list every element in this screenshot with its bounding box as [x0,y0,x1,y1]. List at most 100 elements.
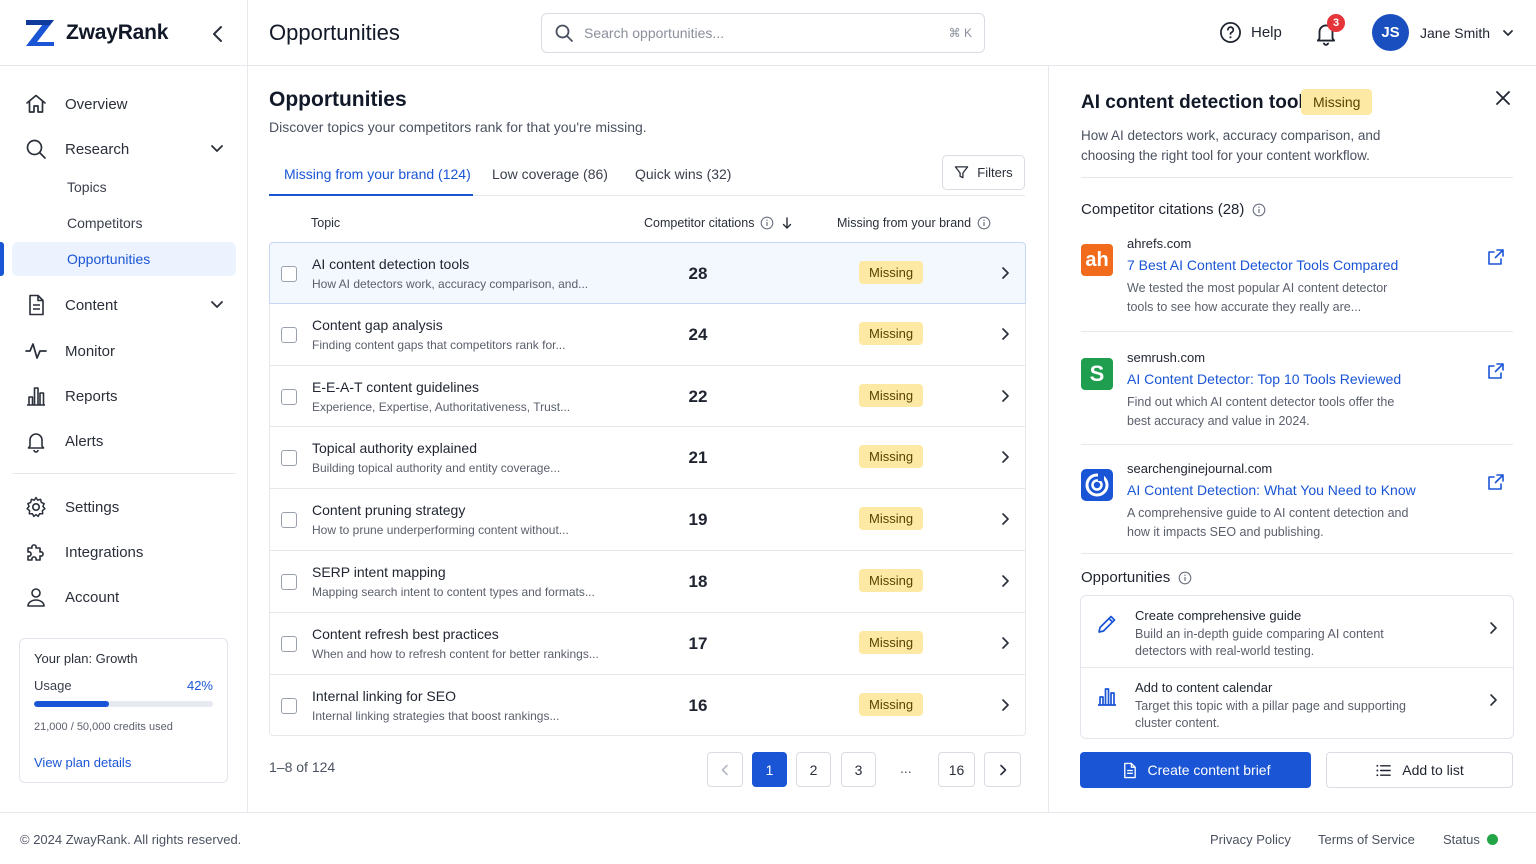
page-1-button[interactable]: 1 [752,752,787,787]
sidebar-item-account[interactable]: Account [12,579,236,615]
chevron-right-icon [1002,698,1009,711]
sidebar-item-research[interactable]: Research [12,131,236,167]
view-plan-details-link[interactable]: View plan details [34,755,213,770]
tab-missing-from-brand[interactable]: Missing from your brand (124) [284,166,471,182]
row-checkbox[interactable] [281,573,297,590]
plan-title: Your plan: Growth [34,651,138,666]
status-badge: Missing [1301,89,1373,115]
help-button[interactable]: Help [1219,21,1282,44]
sidebar-item-reports[interactable]: Reports [12,378,236,414]
table-row[interactable]: Content pruning strategy How to prune un… [269,489,1026,551]
status-badge: Missing [859,261,924,284]
sidebar-item-alerts[interactable]: Alerts [12,423,236,459]
info-icon[interactable] [760,216,774,230]
sidebar-item-monitor[interactable]: Monitor [12,333,236,369]
row-checkbox[interactable] [281,388,297,405]
chevron-down-icon [1503,29,1513,36]
row-checkbox[interactable] [281,326,297,343]
citation-count: 22 [688,386,708,406]
document-icon [1123,762,1136,778]
puzzle-icon [24,540,48,564]
usage-bar-fill [34,701,110,707]
row-title: Content pruning strategy [312,502,466,519]
external-link-icon[interactable] [1487,362,1505,380]
sidebar-item-label: Alerts [65,432,104,450]
chevron-right-icon [1490,694,1497,706]
active-tab-indicator [269,194,473,196]
collapse-sidebar-button[interactable] [206,22,230,46]
external-link-icon[interactable] [1487,473,1505,491]
column-header-topic[interactable]: Topic [311,216,340,230]
plan-card: Your plan: Growth Usage 42% 21,000 / 50,… [19,638,228,783]
info-icon[interactable] [1252,203,1266,217]
next-page-button[interactable] [984,752,1021,787]
citation-link[interactable]: AI Content Detection: What You Need to K… [1127,482,1416,498]
create-content-brief-button[interactable]: Create content brief [1080,752,1311,788]
table-row[interactable]: Content refresh best practices When and … [269,612,1026,675]
sidebar-item-integrations[interactable]: Integrations [12,534,236,570]
avatar: JS [1372,14,1409,51]
sidebar-item-settings[interactable]: Settings [12,489,236,525]
info-icon[interactable] [1178,571,1192,585]
table-row[interactable]: Content gap analysis Finding content gap… [269,303,1026,366]
pulse-icon [24,339,48,363]
column-header-competitor-citations[interactable]: Competitor citations [644,216,794,230]
row-checkbox[interactable] [281,697,297,714]
status-badge: Missing [859,692,924,716]
info-icon[interactable] [977,216,991,230]
sort-descending-icon[interactable] [780,216,794,230]
search-input[interactable] [584,25,949,41]
close-panel-button[interactable] [1493,88,1513,108]
tab-quick-wins[interactable]: Quick wins (32) [635,166,731,182]
citation-link[interactable]: 7 Best AI Content Detector Tools Compare… [1127,257,1398,273]
external-link-icon[interactable] [1487,248,1505,266]
citation-snippet: A comprehensive guide to AI content dete… [1127,506,1409,539]
search-box[interactable]: ⌘ K [541,13,985,53]
opportunity-create-guide[interactable]: Create comprehensive guide Build an in-d… [1081,596,1513,668]
citation-count: 17 [688,633,708,653]
active-indicator [0,242,4,276]
row-title: E-E-A-T content guidelines [312,378,480,395]
status-link[interactable]: Status [1443,832,1480,847]
terms-of-service-link[interactable]: Terms of Service [1318,832,1415,847]
table-row[interactable]: Internal linking for SEO Internal linkin… [269,674,1026,737]
sidebar-subitem-topics[interactable]: Topics [12,170,236,203]
user-menu[interactable]: JS Jane Smith [1372,14,1515,51]
column-header-missing[interactable]: Missing from your brand [837,216,991,230]
sidebar-item-label: Overview [65,95,128,113]
privacy-policy-link[interactable]: Privacy Policy [1210,832,1291,847]
brand[interactable]: ZwayRank [24,18,168,48]
zwayrank-logo-icon [26,20,54,46]
row-checkbox[interactable] [281,266,297,282]
sidebar-subitem-competitors[interactable]: Competitors [12,206,236,239]
tab-low-coverage[interactable]: Low coverage (86) [492,166,608,182]
main-panel: Opportunities Discover topics your compe… [248,66,1048,812]
section-title: Opportunities [269,88,407,111]
page-3-button[interactable]: 3 [841,752,876,787]
sidebar-subitem-opportunities[interactable]: Opportunities [12,242,236,276]
row-checkbox[interactable] [281,512,297,529]
row-checkbox[interactable] [281,450,297,467]
detail-description: How AI detectors work, accuracy comparis… [1081,128,1381,163]
sidebar-item-label: Research [65,140,130,158]
sidebar-item-overview[interactable]: Overview [12,86,236,122]
row-checkbox[interactable] [281,635,297,652]
citation-item: searchenginejournal.com AI Content Detec… [1081,461,1513,556]
opportunity-add-to-calendar[interactable]: Add to content calendar Target this topi… [1081,668,1513,740]
filters-button[interactable]: Filters [942,155,1025,190]
citation-count: 18 [688,571,708,591]
table-row[interactable]: E-E-A-T content guidelines Experience, E… [269,365,1026,428]
add-to-list-button[interactable]: Add to list [1326,752,1513,788]
sidebar-item-label: Content [65,296,118,314]
sidebar-item-label: Monitor [65,342,116,360]
table-row[interactable]: SERP intent mapping Mapping search inten… [269,550,1026,613]
previous-page-button[interactable] [707,752,743,787]
sidebar-item-content[interactable]: Content [12,287,236,323]
search-icon [24,137,48,161]
citation-link[interactable]: AI Content Detector: Top 10 Tools Review… [1127,371,1401,387]
page-16-button[interactable]: 16 [938,752,975,787]
table-row[interactable]: Topical authority explained Building top… [269,427,1026,490]
page-2-button[interactable]: 2 [796,752,831,787]
sidebar-divider [12,473,236,474]
table-row[interactable]: AI content detection tools How AI detect… [269,242,1026,304]
